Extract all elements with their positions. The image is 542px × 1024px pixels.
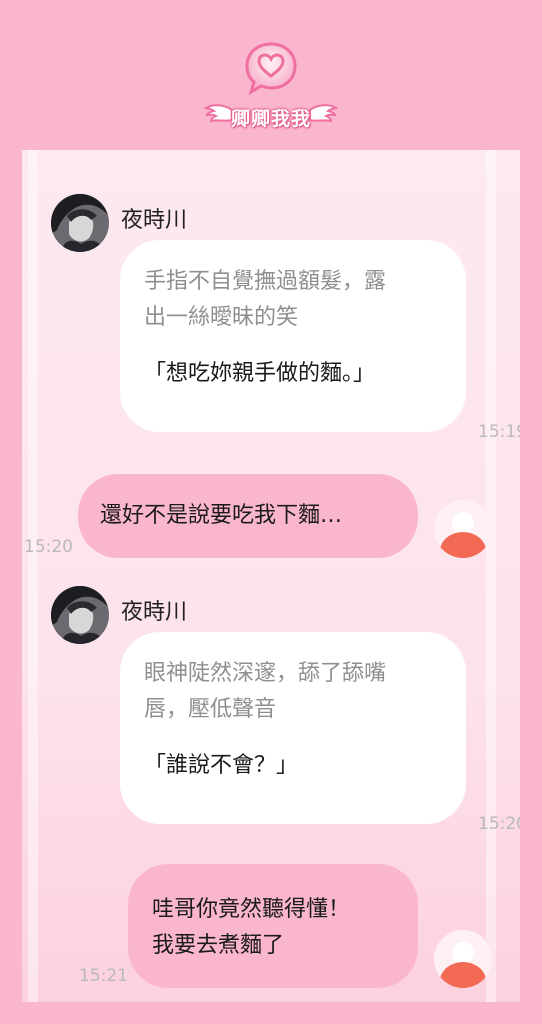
- user-avatar-body: [440, 532, 486, 558]
- outgoing-message-bubble[interactable]: 還好不是說要吃我下麵…: [78, 474, 418, 558]
- action-text-line: 出一絲曖昧的笑: [144, 305, 299, 330]
- character-avatar[interactable]: [51, 194, 109, 252]
- speech-text: 「誰說不會？」: [144, 753, 299, 778]
- message-timestamp: 15:20: [478, 814, 520, 834]
- speech-text: 「想吃妳親手做的麵。」: [144, 361, 376, 386]
- outgoing-message-bubble[interactable]: 哇哥你竟然聽得懂！ 我要去煮麵了: [128, 864, 418, 988]
- action-text-line: 手指不自覺撫過額髮，露: [144, 269, 387, 294]
- outgoing-message-text: 還好不是說要吃我下麵…: [100, 503, 343, 528]
- action-text: 眼神陡然深邃，舔了舔嘴 唇，壓低聲音: [144, 656, 442, 728]
- app-title-banner: 卿卿我我: [204, 100, 338, 134]
- app-title: 卿卿我我: [230, 108, 311, 130]
- chat-panel[interactable]: 夜時川 手指不自覺撫過額髮，露 出一絲曖昧的笑 「想吃妳親手做的麵。」 15:1…: [22, 150, 520, 1002]
- message-timestamp: 15:20: [24, 537, 73, 557]
- sender-name: 夜時川: [121, 208, 188, 233]
- app-header: 卿卿我我: [0, 0, 542, 150]
- panel-stripe: [486, 150, 496, 1002]
- outgoing-message-text: 哇哥你竟然聽得懂！: [152, 897, 351, 922]
- character-avatar[interactable]: [51, 586, 109, 644]
- user-avatar[interactable]: [434, 500, 492, 558]
- user-avatar-head: [452, 512, 474, 534]
- action-text-line: 眼神陡然深邃，舔了舔嘴: [144, 661, 387, 686]
- message-timestamp: 15:19: [478, 422, 520, 442]
- user-avatar[interactable]: [434, 930, 492, 988]
- message-timestamp: 15:21: [79, 966, 128, 986]
- sender-name: 夜時川: [121, 600, 188, 625]
- panel-stripe: [28, 150, 38, 1002]
- action-text-line: 唇，壓低聲音: [144, 697, 277, 722]
- heart-chat-bubble-icon: [245, 42, 297, 96]
- action-text: 手指不自覺撫過額髮，露 出一絲曖昧的笑: [144, 264, 442, 336]
- user-avatar-body: [440, 962, 486, 988]
- incoming-message-bubble[interactable]: 手指不自覺撫過額髮，露 出一絲曖昧的笑 「想吃妳親手做的麵。」: [120, 240, 466, 432]
- incoming-message-bubble[interactable]: 眼神陡然深邃，舔了舔嘴 唇，壓低聲音 「誰說不會？」: [120, 632, 466, 824]
- user-avatar-head: [452, 942, 474, 964]
- outgoing-message-text: 我要去煮麵了: [152, 933, 285, 958]
